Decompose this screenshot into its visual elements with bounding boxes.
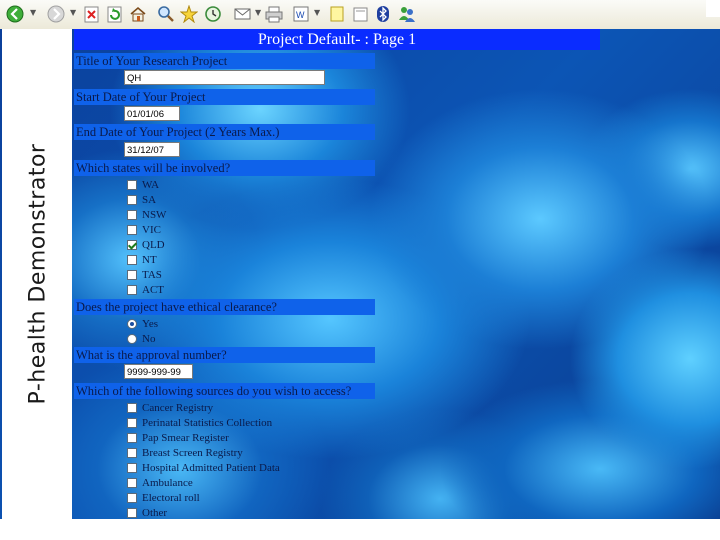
- source-label: Electoral roll: [142, 491, 200, 504]
- ethics-label: Yes: [142, 317, 159, 330]
- source-label: Cancer Registry: [142, 401, 214, 414]
- checkbox[interactable]: [127, 447, 137, 458]
- refresh-icon[interactable]: [106, 5, 124, 23]
- source-option[interactable]: Ambulance: [127, 475, 193, 490]
- state-option[interactable]: QLD: [127, 237, 165, 252]
- state-label: VIC: [142, 223, 161, 236]
- sidebar: P-health Demonstrator: [2, 29, 72, 519]
- checkbox[interactable]: [127, 239, 137, 250]
- ethics-label: No: [142, 332, 156, 345]
- approval-number-input[interactable]: 9999-999-99: [124, 364, 193, 379]
- question-end-date: End Date of Your Project (2 Years Max.): [74, 124, 375, 140]
- checkbox[interactable]: [127, 507, 137, 518]
- question-states: Which states will be involved?: [74, 160, 375, 176]
- sidebar-title: P-health Demonstrator: [25, 143, 51, 405]
- state-label: SA: [142, 193, 157, 206]
- back-dropdown-icon[interactable]: ▼: [30, 8, 36, 17]
- state-option[interactable]: WA: [127, 177, 159, 192]
- bottom-margin: [0, 519, 720, 540]
- state-label: ACT: [142, 283, 164, 296]
- state-label: TAS: [142, 268, 162, 281]
- state-option[interactable]: SA: [127, 192, 156, 207]
- source-label: Hospital Admitted Patient Data: [142, 461, 280, 474]
- stop-icon[interactable]: [83, 5, 101, 23]
- checkbox[interactable]: [127, 492, 137, 503]
- folder-icon[interactable]: [352, 5, 370, 23]
- forward-dropdown-icon[interactable]: ▼: [70, 8, 76, 17]
- state-option[interactable]: ACT: [127, 282, 164, 297]
- end-date-input[interactable]: 31/12/07: [124, 142, 180, 157]
- state-option[interactable]: NT: [127, 252, 157, 267]
- radio-button[interactable]: [127, 333, 137, 344]
- checkbox[interactable]: [127, 432, 137, 443]
- notes-icon[interactable]: [328, 5, 346, 23]
- state-label: NT: [142, 253, 157, 266]
- mail-dropdown-icon[interactable]: ▼: [255, 8, 261, 17]
- source-option[interactable]: Electoral roll: [127, 490, 200, 505]
- question-approval: What is the approval number?: [74, 347, 375, 363]
- state-option[interactable]: TAS: [127, 267, 162, 282]
- question-sources: Which of the following sources do you wi…: [74, 383, 375, 399]
- question-start-date: Start Date of Your Project: [74, 89, 375, 105]
- checkbox[interactable]: [127, 462, 137, 473]
- ethics-option[interactable]: No: [127, 331, 155, 346]
- checkbox[interactable]: [127, 269, 137, 280]
- checkbox[interactable]: [127, 402, 137, 413]
- state-label: WA: [142, 178, 160, 191]
- svg-text:W: W: [296, 10, 305, 20]
- search-icon[interactable]: [157, 5, 175, 23]
- edit-word-icon[interactable]: W: [292, 5, 310, 23]
- source-option[interactable]: Breast Screen Registry: [127, 445, 243, 460]
- checkbox[interactable]: [127, 284, 137, 295]
- radio-button[interactable]: [127, 318, 137, 329]
- title-input[interactable]: QH: [124, 70, 325, 85]
- source-option[interactable]: Pap Smear Register: [127, 430, 229, 445]
- back-icon[interactable]: [6, 5, 24, 23]
- window-corner: [706, 0, 720, 17]
- edit-dropdown-icon[interactable]: ▼: [314, 8, 320, 17]
- messenger-icon[interactable]: [398, 5, 416, 23]
- question-ethics: Does the project have ethical clearance?: [74, 299, 375, 315]
- source-label: Ambulance: [142, 476, 193, 489]
- state-label: NSW: [142, 208, 167, 221]
- print-icon[interactable]: [265, 5, 283, 23]
- state-label: QLD: [142, 238, 165, 251]
- source-option[interactable]: Perinatal Statistics Collection: [127, 415, 272, 430]
- page-header: Project Default- : Page 1: [74, 29, 600, 50]
- history-icon[interactable]: [204, 5, 222, 23]
- source-option[interactable]: Other: [127, 505, 167, 520]
- source-option[interactable]: Cancer Registry: [127, 400, 213, 415]
- bluetooth-icon[interactable]: [374, 5, 392, 23]
- mail-icon[interactable]: [234, 5, 252, 23]
- forward-icon[interactable]: [47, 5, 65, 23]
- question-title: Title of Your Research Project: [74, 53, 375, 69]
- browser-toolbar: ▼ ▼ ▼ W ▼: [0, 0, 720, 30]
- checkbox[interactable]: [127, 179, 137, 190]
- home-icon[interactable]: [129, 5, 147, 23]
- checkbox[interactable]: [127, 417, 137, 428]
- checkbox[interactable]: [127, 194, 137, 205]
- state-option[interactable]: VIC: [127, 222, 161, 237]
- source-label: Pap Smear Register: [142, 431, 229, 444]
- source-label: Perinatal Statistics Collection: [142, 416, 273, 429]
- checkbox[interactable]: [127, 224, 137, 235]
- ethics-option[interactable]: Yes: [127, 316, 158, 331]
- state-option[interactable]: NSW: [127, 207, 166, 222]
- start-date-input[interactable]: 01/01/06: [124, 106, 180, 121]
- checkbox[interactable]: [127, 209, 137, 220]
- source-label: Other: [142, 506, 168, 519]
- source-option[interactable]: Hospital Admitted Patient Data: [127, 460, 280, 475]
- favorites-icon[interactable]: [180, 5, 198, 23]
- checkbox[interactable]: [127, 477, 137, 488]
- source-label: Breast Screen Registry: [142, 446, 243, 459]
- checkbox[interactable]: [127, 254, 137, 265]
